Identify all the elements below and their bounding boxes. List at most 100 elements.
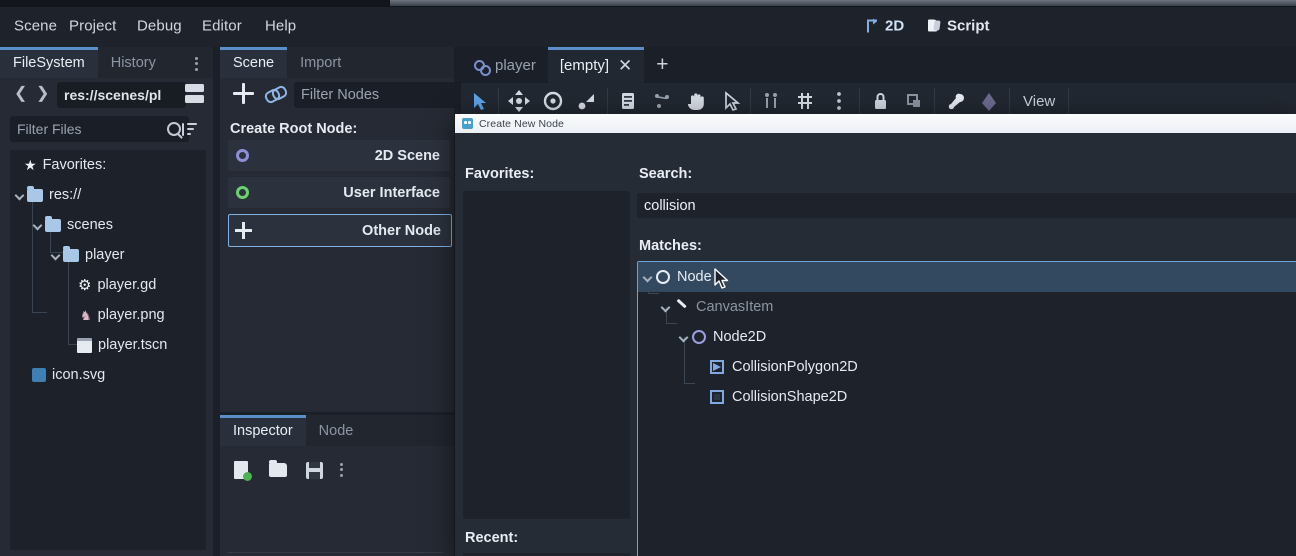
group-icon[interactable] xyxy=(897,84,931,118)
view-menu-button[interactable]: View xyxy=(1013,93,1065,110)
sort-icon[interactable] xyxy=(182,122,200,137)
instance-child-scene-icon[interactable] xyxy=(263,84,289,105)
tab-filesystem[interactable]: FileSystem xyxy=(0,47,98,78)
tab-import-label: Import xyxy=(300,54,342,71)
root-option-other-node[interactable]: Other Node xyxy=(228,214,452,247)
list-item-label: icon.svg xyxy=(52,367,106,383)
list-item-label: res:// xyxy=(49,187,82,203)
cursor-icon[interactable] xyxy=(713,84,747,118)
list-item[interactable]: icon.svg xyxy=(10,360,206,390)
filesystem-tree[interactable]: ★ Favorites: res:// scenes player ⚙ play… xyxy=(10,150,206,550)
scene-tab-player[interactable]: player xyxy=(461,47,548,83)
tab-scene[interactable]: Scene xyxy=(220,47,288,78)
bone-icon[interactable] xyxy=(938,84,972,118)
rotate-mode-icon[interactable] xyxy=(536,84,570,118)
tab-inspector-label: Inspector xyxy=(233,422,293,439)
list-item[interactable]: scenes xyxy=(10,210,206,240)
filesystem-kebab-icon[interactable] xyxy=(195,56,198,71)
search-input[interactable]: collision xyxy=(637,193,1296,218)
scene-tab-bar: player [empty] ✕ + xyxy=(461,47,681,83)
open-resource-icon[interactable] xyxy=(268,460,290,482)
list-item[interactable]: player.tscn xyxy=(10,330,206,360)
menu-debug[interactable]: Debug xyxy=(131,15,188,38)
list-item[interactable]: ♞ player.png xyxy=(10,300,206,330)
move-mode-icon[interactable] xyxy=(502,84,536,118)
main-menu-bar: Scene Project Debug Editor Help 2D Scrip… xyxy=(0,7,1296,47)
search-label: Search: xyxy=(639,166,693,182)
match-row-collisionshape2d[interactable]: CollisionShape2D xyxy=(638,382,1296,412)
tab-inspector[interactable]: Inspector xyxy=(220,415,306,446)
plus-icon xyxy=(235,222,252,239)
menu-editor[interactable]: Editor xyxy=(196,15,248,38)
main-button-script[interactable]: Script xyxy=(920,15,997,38)
match-row-canvasitem[interactable]: CanvasItem xyxy=(638,292,1296,322)
ruler-mode-icon[interactable] xyxy=(645,84,679,118)
root-option-user-interface[interactable]: User Interface xyxy=(228,177,450,208)
folder-icon xyxy=(27,185,43,202)
collisionpolygon2d-icon xyxy=(710,360,724,374)
match-row-label: Node xyxy=(677,269,712,285)
scene-tab-empty[interactable]: [empty] ✕ xyxy=(547,47,645,83)
chevron-down-icon[interactable] xyxy=(32,219,44,231)
close-icon[interactable]: ✕ xyxy=(618,57,632,74)
matches-label: Matches: xyxy=(639,238,702,254)
chevron-down-icon[interactable] xyxy=(642,271,654,283)
list-item[interactable]: res:// xyxy=(10,180,206,210)
list-select-icon[interactable] xyxy=(611,84,645,118)
lock-icon[interactable] xyxy=(863,84,897,118)
chevron-down-icon[interactable] xyxy=(14,189,26,201)
menu-help[interactable]: Help xyxy=(259,15,302,38)
matches-tree[interactable]: Node CanvasItem Node2D CollisionPolygon2… xyxy=(637,261,1296,556)
chevron-down-icon[interactable] xyxy=(678,331,690,343)
menu-project[interactable]: Project xyxy=(63,15,122,38)
chevron-down-icon[interactable] xyxy=(660,301,672,313)
dialog-body: Favorites: Recent: Search: collision Mat… xyxy=(455,133,1296,556)
menu-scene[interactable]: Scene xyxy=(8,15,63,38)
recent-label: Recent: xyxy=(465,530,519,546)
node2d-icon xyxy=(692,330,706,344)
list-item[interactable]: player xyxy=(10,240,206,270)
split-mode-icon[interactable] xyxy=(185,84,204,105)
search-input-value: collision xyxy=(644,197,696,214)
scale-mode-icon[interactable] xyxy=(570,84,604,118)
list-item[interactable]: ⚙ player.gd xyxy=(10,270,206,300)
new-resource-icon[interactable] xyxy=(232,460,254,482)
forward-arrow-icon[interactable]: ❯ xyxy=(36,83,49,103)
divider xyxy=(1068,88,1070,114)
pan-mode-icon[interactable] xyxy=(679,84,713,118)
chevron-down-icon[interactable] xyxy=(50,249,62,261)
more-options-icon[interactable] xyxy=(822,84,856,118)
add-node-icon[interactable] xyxy=(233,83,254,104)
toggle-snap-icon[interactable] xyxy=(754,84,788,118)
save-resource-icon[interactable] xyxy=(304,460,326,482)
skeleton-icon[interactable] xyxy=(972,84,1006,118)
folder-icon xyxy=(45,215,61,232)
select-mode-icon[interactable] xyxy=(461,84,495,118)
filter-files-input[interactable]: Filter Files xyxy=(10,116,189,142)
path-field[interactable]: res://scenes/pl xyxy=(57,82,186,108)
root-option-label: 2D Scene xyxy=(374,147,440,164)
dialog-titlebar[interactable]: Create New Node xyxy=(455,114,1296,133)
canvasitem-icon xyxy=(674,300,689,315)
tab-history[interactable]: History xyxy=(98,47,169,78)
match-row-label: Node2D xyxy=(713,329,767,345)
filesystem-tabstrip: FileSystem History xyxy=(0,47,213,78)
svg-icon xyxy=(32,368,46,382)
list-item[interactable]: ★ Favorites: xyxy=(10,150,206,180)
root-option-2d-scene[interactable]: 2D Scene xyxy=(228,140,450,171)
match-row-collisionpolygon2d[interactable]: CollisionPolygon2D xyxy=(638,352,1296,382)
add-tab-icon[interactable]: + xyxy=(644,47,680,83)
window-titlebar-edge xyxy=(390,0,1296,6)
script-icon xyxy=(927,19,942,34)
back-arrow-icon[interactable]: ❮ xyxy=(14,83,27,103)
scene-body: Filter Nodes Create Root Node: 2D Scene … xyxy=(220,78,516,412)
tab-node[interactable]: Node xyxy=(306,415,367,446)
match-row-node[interactable]: Node xyxy=(638,262,1296,292)
tab-import[interactable]: Import xyxy=(287,47,354,78)
main-button-2d-label: 2D xyxy=(885,17,905,35)
favorites-list[interactable] xyxy=(463,191,630,519)
main-button-2d[interactable]: 2D xyxy=(858,15,911,38)
match-row-node2d[interactable]: Node2D xyxy=(638,322,1296,352)
inspector-kebab-icon[interactable] xyxy=(340,462,362,490)
snap-options-icon[interactable] xyxy=(788,84,822,118)
